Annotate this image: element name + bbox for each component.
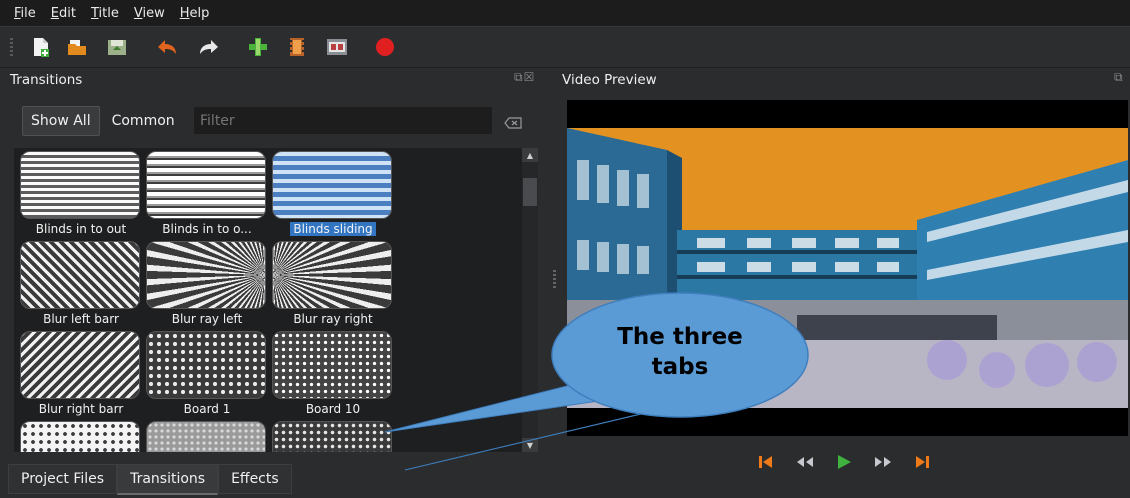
callout-line-2: tabs: [651, 354, 709, 380]
callout-text: The three tabs: [560, 322, 800, 382]
callout-shape: [384, 292, 809, 471]
callout-line-1: The three: [617, 324, 743, 350]
